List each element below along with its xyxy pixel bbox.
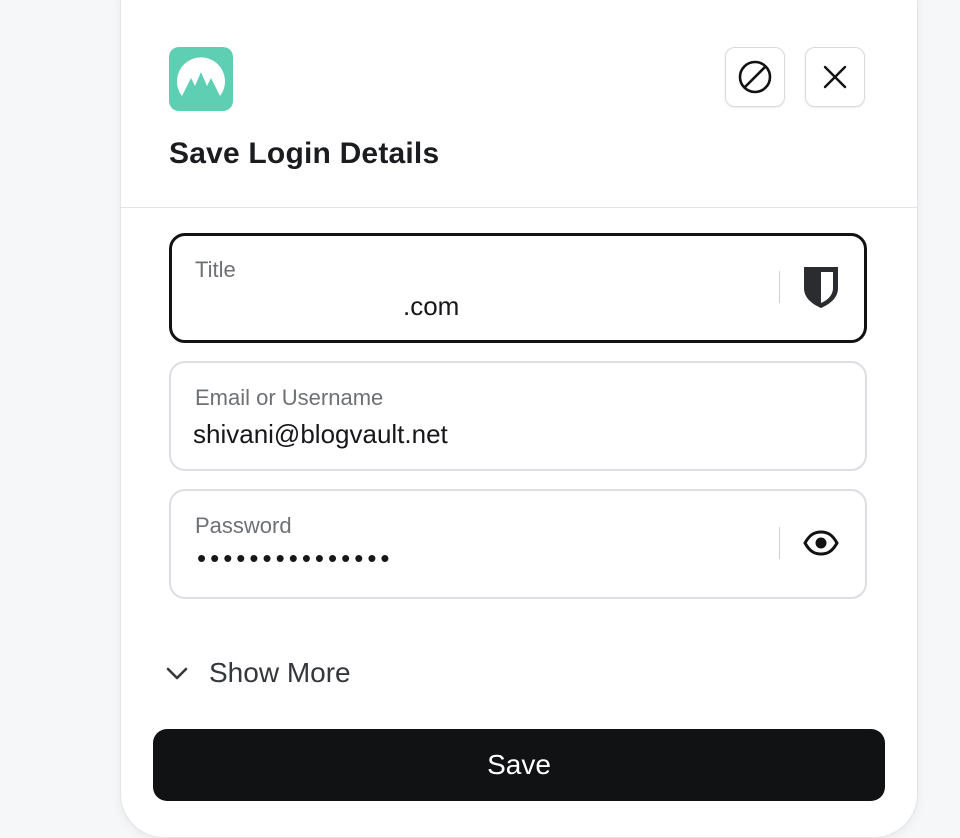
- eye-icon[interactable]: [799, 521, 843, 565]
- save-login-dialog: Save Login Details Title .com Email or U…: [120, 0, 918, 838]
- title-field[interactable]: Title .com: [169, 233, 867, 343]
- show-more-toggle[interactable]: Show More: [165, 651, 351, 695]
- title-field-value[interactable]: .com: [403, 291, 459, 322]
- password-field-label: Password: [195, 513, 292, 538]
- never-save-button[interactable]: [725, 47, 785, 107]
- close-button[interactable]: [805, 47, 865, 107]
- username-field-label: Email or Username: [195, 385, 384, 410]
- block-icon: [738, 60, 772, 94]
- password-field-value[interactable]: •••••••••••••••: [197, 543, 394, 574]
- title-field-label: Title: [195, 257, 236, 282]
- password-field[interactable]: Password •••••••••••••••: [169, 489, 867, 599]
- save-button[interactable]: Save: [153, 729, 885, 801]
- show-more-label: Show More: [209, 657, 351, 688]
- username-field-value[interactable]: shivani@blogvault.net: [193, 419, 448, 450]
- username-field[interactable]: Email or Username shivani@blogvault.net: [169, 361, 867, 471]
- shield-icon[interactable]: [799, 265, 843, 309]
- field-separator: [779, 271, 780, 303]
- close-icon: [823, 65, 847, 89]
- field-separator: [779, 527, 780, 559]
- chevron-down-icon: [166, 667, 188, 680]
- dialog-title: Save Login Details: [169, 137, 440, 170]
- app-logo: [169, 47, 233, 111]
- mountain-logo-icon: [177, 57, 225, 96]
- header-divider: [121, 207, 917, 208]
